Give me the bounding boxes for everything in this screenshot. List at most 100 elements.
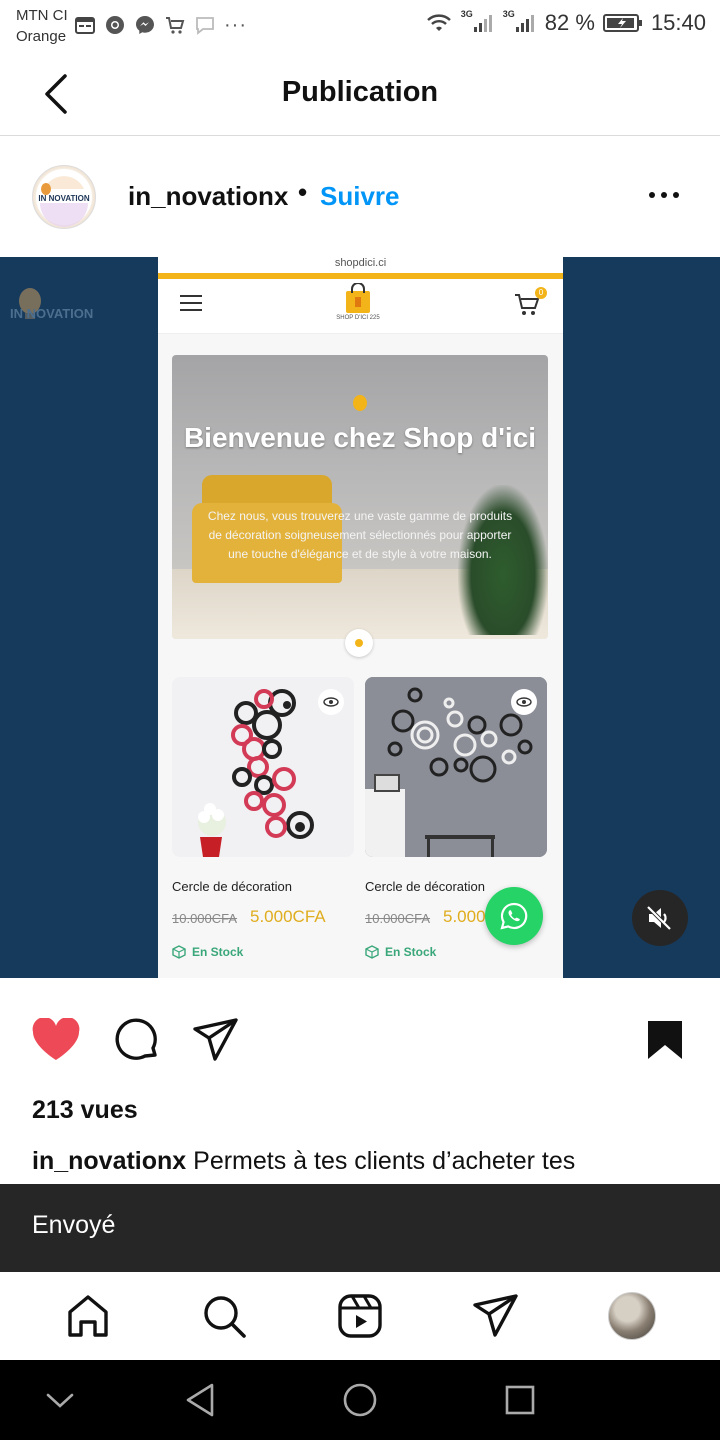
system-nav-bar [0, 1360, 720, 1440]
status-bar: MTN CI Orange ··· 3G 3G 82 % 15:40 [0, 0, 720, 52]
hero-title: Bienvenue chez Shop d'ici [183, 422, 537, 453]
bookmark-icon [648, 1021, 682, 1059]
product-old-price: 10.000CFA [365, 911, 431, 926]
product-stock: En Stock [172, 945, 243, 959]
username[interactable]: in_novationx [128, 181, 288, 212]
post-header: IN NOVATION in_novationx • Suivre [0, 137, 720, 257]
messenger-icon [134, 14, 156, 36]
more-options-button[interactable] [640, 183, 688, 207]
post-actions [0, 1005, 720, 1075]
more-dots-icon: ··· [224, 14, 247, 36]
cart-badge: 0 [535, 287, 547, 299]
send-icon [473, 1294, 518, 1337]
follow-button[interactable]: Suivre [320, 181, 400, 212]
carrier-line-1: MTN CI [16, 7, 68, 24]
clock: 15:40 [650, 10, 706, 35]
square-recents-icon [505, 1385, 535, 1415]
product-stock-label: En Stock [192, 945, 244, 959]
product-title: Cercle de décoration [172, 879, 292, 894]
battery-icon [602, 12, 643, 34]
more-dot [661, 192, 667, 198]
send-icon [193, 1018, 238, 1061]
avatar-text: IN NOVATION [38, 194, 89, 203]
whatsapp-icon [485, 887, 543, 945]
bottom-nav [0, 1272, 720, 1360]
page-title: Publication [281, 76, 439, 108]
product-old-price: 10.000CFA [172, 911, 238, 926]
box-icon [172, 945, 186, 959]
header: Publication [0, 52, 720, 136]
cart-icon [164, 14, 186, 36]
more-dot [673, 192, 679, 198]
system-back-button[interactable] [180, 1380, 220, 1420]
shopping-bag-icon [346, 283, 370, 313]
circle-home-icon [343, 1383, 377, 1417]
wifi-icon [425, 12, 453, 34]
calendar-icon [74, 14, 96, 36]
share-button[interactable] [191, 1015, 241, 1065]
separator-dot: • [298, 177, 308, 207]
brand-logo-icon: IN NOVATION [36, 169, 92, 227]
reels-icon [338, 1294, 382, 1338]
profile-avatar [608, 1292, 656, 1340]
chevron-down-icon [46, 1393, 74, 1408]
save-button[interactable] [640, 1015, 690, 1065]
post-media[interactable]: IN NOVATION shopdici.ci SHOP D'ICI 225 0… [0, 257, 720, 978]
speaker-muted-icon [646, 905, 672, 931]
product-image [365, 677, 547, 857]
chat-icon [194, 14, 216, 36]
battery-percent: 82 % [544, 10, 595, 35]
carrier-line-2: Orange [16, 28, 67, 45]
comment-button[interactable] [111, 1015, 161, 1065]
nav-search[interactable] [194, 1286, 254, 1346]
box-icon [365, 945, 379, 959]
eye-icon [318, 689, 344, 715]
product-stock: En Stock [365, 945, 436, 959]
watermark-text: IN NOVATION [10, 306, 94, 321]
product-card: Cercle de décoration 10.000CFA 5.000CFA … [172, 677, 354, 967]
triangle-back-icon [186, 1383, 214, 1417]
caption-username[interactable]: in_novationx [32, 1147, 186, 1175]
video-frame: shopdici.ci SHOP D'ICI 225 0 Bienvenue c… [158, 257, 563, 978]
status-right: 3G 3G 82 % 15:40 [425, 9, 706, 36]
network-type-1: 3G [460, 9, 473, 19]
notification-icons: ··· [74, 14, 247, 36]
menu-icon [180, 295, 202, 316]
product-new-price: 5.000 [443, 907, 486, 926]
comment-icon [115, 1018, 157, 1060]
toast-text: Envoyé [32, 1211, 116, 1239]
home-icon [68, 1295, 108, 1337]
product-image [172, 677, 354, 857]
more-dot [649, 192, 655, 198]
product-stock-label: En Stock [385, 945, 437, 959]
hero-subtitle: Chez nous, vous trouverez une vaste gamm… [207, 509, 513, 561]
nav-messages[interactable] [466, 1286, 526, 1346]
system-home-button[interactable] [340, 1380, 380, 1420]
signal-icon: 3G [460, 9, 495, 34]
like-button[interactable] [31, 1015, 81, 1065]
post-caption: in_novationx Permets à tes clients d’ach… [32, 1147, 575, 1176]
product-new-price: 5.000CFA [250, 907, 326, 926]
toast-snackbar: Envoyé [0, 1184, 720, 1272]
avatar[interactable]: IN NOVATION [32, 165, 96, 229]
signal-icon-2: 3G [502, 9, 537, 34]
hero-marker [353, 395, 367, 411]
carousel-indicator [345, 629, 373, 657]
caption-text: Permets à tes clients d’acheter tes [193, 1147, 576, 1175]
search-icon [204, 1296, 246, 1338]
eye-icon [511, 689, 537, 715]
heart-icon [32, 1018, 80, 1060]
mute-button[interactable] [632, 890, 688, 946]
carrier-label: MTN CI Orange [16, 5, 68, 47]
chrome-icon [104, 14, 126, 36]
system-recents-button[interactable] [500, 1380, 540, 1420]
hero-banner: Bienvenue chez Shop d'ici Chez nous, vou… [172, 355, 548, 639]
browser-bar: shopdici.ci [158, 257, 563, 279]
nav-profile[interactable] [602, 1286, 662, 1346]
hide-keyboard-button[interactable] [40, 1380, 80, 1420]
network-type-2: 3G [502, 9, 515, 19]
nav-home[interactable] [58, 1286, 118, 1346]
product-title: Cercle de décoration [365, 879, 485, 894]
view-count: 213 vues [32, 1096, 138, 1124]
nav-reels[interactable] [330, 1286, 390, 1346]
